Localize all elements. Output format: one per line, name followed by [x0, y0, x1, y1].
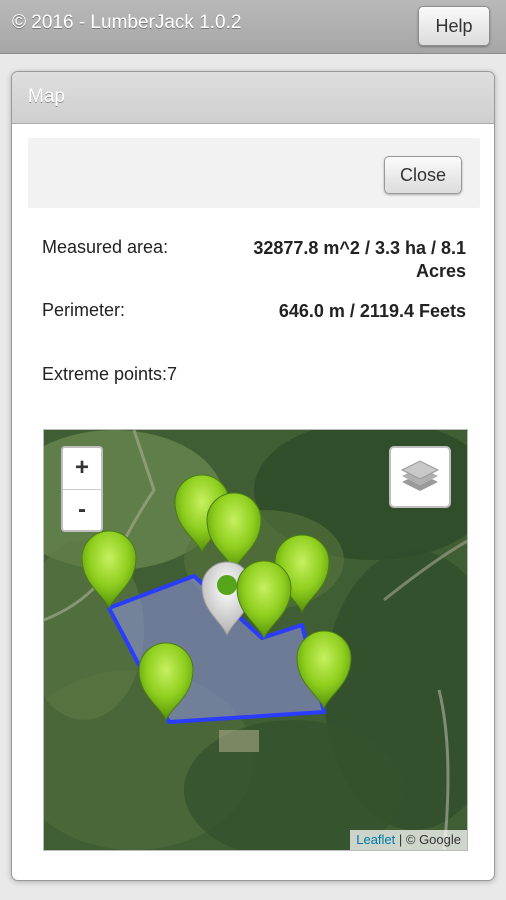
- map-view[interactable]: + - Leaflet | © Google: [43, 429, 468, 851]
- dialog-title: Map: [28, 86, 65, 107]
- help-button[interactable]: Help: [418, 6, 490, 46]
- measured-area-value: 32877.8 m^2 / 3.3 ha / 8.1 Acres: [253, 238, 466, 281]
- leaflet-link[interactable]: Leaflet: [356, 832, 395, 847]
- app-header: © 2016 - LumberJack 1.0.2 Help: [0, 0, 506, 54]
- layers-button[interactable]: [389, 446, 451, 508]
- close-button[interactable]: Close: [384, 156, 462, 194]
- extreme-points-label: Extreme points:7: [42, 364, 178, 384]
- map-dialog: Map Close Measured area: 32877.8 m^2 / 3…: [11, 71, 495, 881]
- map-attribution: Leaflet | © Google: [350, 830, 467, 850]
- perimeter-label: Perimeter:: [42, 300, 126, 320]
- perimeter-value: 646.0 m / 2119.4 Feets: [278, 301, 466, 321]
- dialog-toolbar: Close: [28, 138, 480, 208]
- layers-icon: [400, 460, 440, 491]
- zoom-in-button[interactable]: +: [63, 448, 101, 490]
- app-title: © 2016 - LumberJack 1.0.2: [12, 12, 242, 33]
- zoom-out-button[interactable]: -: [63, 490, 101, 531]
- dialog-header: Map: [12, 72, 494, 124]
- measured-area-label: Measured area:: [42, 237, 169, 257]
- zoom-control: + -: [61, 446, 103, 532]
- attribution-text: | © Google: [395, 832, 461, 847]
